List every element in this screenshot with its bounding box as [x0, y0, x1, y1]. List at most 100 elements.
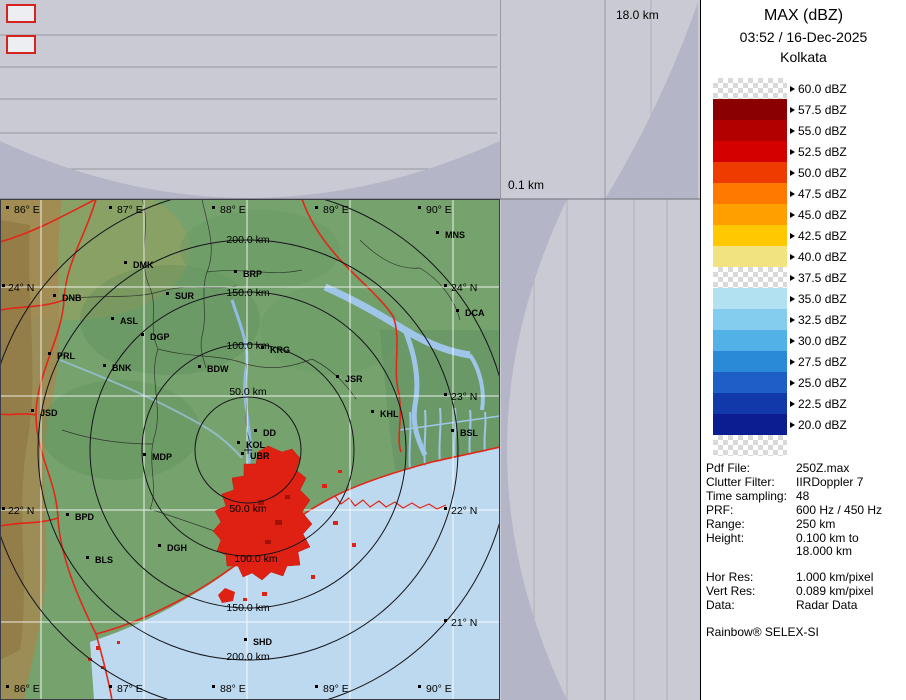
scale-arrow-icon [790, 338, 795, 344]
station-label: SUR [175, 291, 195, 301]
scale-swatch [713, 204, 787, 225]
station-label: MDP [152, 452, 172, 462]
scale-label: 60.0 dBZ [798, 82, 847, 96]
range-ring-label: 150.0 km [226, 287, 269, 299]
info-value: Radar Data [796, 599, 857, 612]
scale-swatch [713, 435, 787, 456]
station-dot [336, 375, 339, 378]
lat-label: 24° N [8, 282, 34, 294]
station-dot [234, 270, 237, 273]
lat-label: 21° N [451, 617, 477, 629]
scale-arrow-icon [790, 254, 795, 260]
alert-box-2[interactable] [7, 36, 35, 53]
scale-arrow-icon [790, 317, 795, 323]
station-dot [241, 452, 244, 455]
scale-swatch [713, 99, 787, 120]
scale-row: 55.0 dBZ [713, 120, 906, 141]
station-label: KHL [380, 409, 399, 419]
scale-row [713, 435, 906, 456]
scale-swatch [713, 162, 787, 183]
station-label: MNS [445, 230, 465, 240]
scale-arrow-icon [790, 212, 795, 218]
station-label: BPD [75, 512, 95, 522]
station-label: ASL [120, 316, 139, 326]
scale-row: 32.5 dBZ [713, 309, 906, 330]
station-dot [53, 294, 56, 297]
lat-label: 22° N [451, 505, 477, 517]
lon-tick [109, 685, 112, 688]
station-label: BLS [95, 555, 113, 565]
scale-label: 20.0 dBZ [798, 418, 847, 432]
station-label: PRL [57, 351, 76, 361]
color-scale: 60.0 dBZ57.5 dBZ55.0 dBZ52.5 dBZ50.0 dBZ… [713, 78, 906, 456]
map-canvas[interactable]: 86° E86° E87° E87° E88° E88° E89° E89° E… [0, 180, 510, 700]
info-label: PRF: [706, 504, 796, 517]
scale-swatch [713, 141, 787, 162]
lon-tick [418, 685, 421, 688]
scale-arrow-icon [790, 170, 795, 176]
scale-label: 22.5 dBZ [798, 397, 847, 411]
lon-tick [315, 206, 318, 209]
station-label: DD [263, 428, 276, 438]
scale-label: 52.5 dBZ [798, 145, 847, 159]
station-dot [451, 429, 454, 432]
station-dot [261, 346, 264, 349]
station-dot [111, 317, 114, 320]
scale-row: 40.0 dBZ [713, 246, 906, 267]
info-value: 600 Hz / 450 Hz [796, 504, 882, 517]
info-row: Time sampling:48 [706, 490, 906, 503]
scale-row: 60.0 dBZ [713, 78, 906, 99]
info-label: Pdf File: [706, 462, 796, 475]
scale-row: 57.5 dBZ [713, 99, 906, 120]
info-row: Data:Radar Data [706, 599, 906, 612]
info-row: Hor Res:1.000 km/pixel [706, 571, 906, 584]
software-name: Rainbow® SELEX-SI [706, 625, 906, 639]
lon-label: 89° E [323, 683, 349, 695]
scale-swatch [713, 309, 787, 330]
lon-label: 86° E [14, 204, 40, 216]
station-dot [254, 429, 257, 432]
scale-label: 40.0 dBZ [798, 250, 847, 264]
info-value: 0.089 km/pixel [796, 585, 873, 598]
site-name: Kolkata [701, 49, 906, 65]
station-label: DCA [465, 308, 485, 318]
range-ring-label: 100.0 km [234, 553, 277, 565]
info-value: IIRDoppler 7 [796, 476, 863, 489]
timestamp: 03:52 / 16-Dec-2025 [701, 29, 906, 45]
scale-arrow-icon [790, 380, 795, 386]
station-label: DNB [62, 293, 82, 303]
info-value: 250 km [796, 518, 835, 531]
info-value: 0.100 km to 18.000 km [796, 532, 859, 558]
scale-swatch [713, 225, 787, 246]
info-label: Range: [706, 518, 796, 531]
lon-tick [6, 685, 9, 688]
station-label: JSR [345, 374, 363, 384]
lat-tick [444, 619, 447, 622]
lon-tick [212, 685, 215, 688]
lon-label: 89° E [323, 204, 349, 216]
scale-arrow-icon [790, 191, 795, 197]
range-ring-label: 200.0 km [226, 234, 269, 246]
lat-tick [2, 507, 5, 510]
info-row: Pdf File:250Z.max [706, 462, 906, 475]
scale-label: 32.5 dBZ [798, 313, 847, 327]
info-label: Vert Res: [706, 585, 796, 598]
scale-arrow-icon [790, 422, 795, 428]
station-dot [141, 333, 144, 336]
lat-tick [444, 393, 447, 396]
scale-label: 27.5 dBZ [798, 355, 847, 369]
lon-label: 90° E [426, 204, 452, 216]
scale-label: 42.5 dBZ [798, 229, 847, 243]
station-label: BDW [207, 364, 229, 374]
scale-swatch [713, 78, 787, 99]
scale-label: 30.0 dBZ [798, 334, 847, 348]
scale-row: 35.0 dBZ [713, 288, 906, 309]
scale-row: 37.5 dBZ [713, 267, 906, 288]
range-ring-label: 50.0 km [229, 503, 267, 515]
alert-box-1[interactable] [7, 5, 35, 22]
station-dot [143, 453, 146, 456]
lon-label: 88° E [220, 683, 246, 695]
station-label: DGH [167, 543, 187, 553]
lon-label: 87° E [117, 204, 143, 216]
lon-label: 88° E [220, 204, 246, 216]
